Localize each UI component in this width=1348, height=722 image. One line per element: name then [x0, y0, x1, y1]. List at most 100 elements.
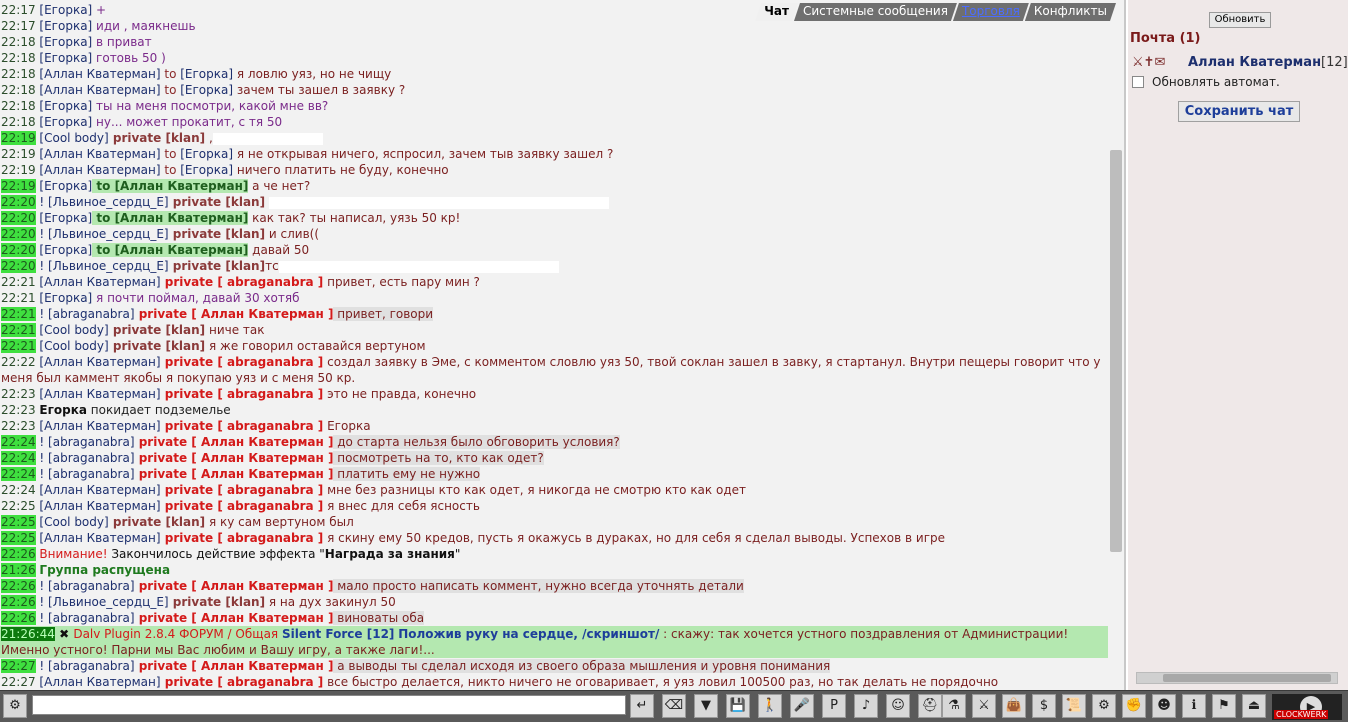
timestamp: 22:23	[1, 419, 36, 433]
to-nick[interactable]: [Егорка]	[180, 163, 233, 177]
timestamp: 22:17	[1, 19, 36, 33]
nick[interactable]: [Аллан Кватерман]	[39, 483, 160, 497]
to-label: to	[160, 163, 181, 177]
fist-icon[interactable]: ✊	[1122, 694, 1146, 718]
eraser-icon[interactable]: ⌫	[662, 694, 686, 718]
filter-icon[interactable]: ▼	[694, 694, 718, 718]
auto-refresh-row: Обновлять автомат.	[1132, 75, 1280, 89]
nick[interactable]: [Егорка]	[39, 211, 92, 225]
flask-icon[interactable]: ⚗	[942, 694, 966, 718]
mail-user[interactable]: Аллан Кватерман	[1188, 55, 1321, 70]
nick[interactable]: ! [abraganabra]	[39, 307, 134, 321]
save-icon[interactable]: 💾	[726, 694, 750, 718]
nick[interactable]: ! [abraganabra]	[39, 659, 134, 673]
nick[interactable]: ! [Львиное_сердц_Е]	[39, 595, 168, 609]
nick[interactable]: ! [Львиное_сердц_Е]	[39, 195, 168, 209]
chat-input[interactable]	[32, 695, 626, 715]
timestamp: 22:19	[1, 179, 36, 193]
nick[interactable]: [Аллан Кватерман]	[39, 499, 160, 513]
nick[interactable]: ! [abraganabra]	[39, 611, 134, 625]
sidebar-hscrollbar[interactable]	[1136, 672, 1338, 684]
message-text: давай 50	[248, 243, 310, 257]
nick[interactable]: [Егорка]	[39, 179, 92, 193]
nick[interactable]: [Егорка]	[39, 19, 92, 33]
nick[interactable]: [Аллан Кватерман]	[39, 355, 160, 369]
nick[interactable]: [Аллан Кватерман]	[39, 531, 160, 545]
tab-trade[interactable]: Торговля	[953, 3, 1029, 21]
chat-scrollbar[interactable]	[1110, 150, 1122, 552]
nick[interactable]: [Аллан Кватерман]	[39, 163, 160, 177]
nick[interactable]: [Аллан Кватерман]	[39, 147, 160, 161]
private-label: private [ Аллан Кватерман ]	[134, 611, 334, 625]
to-nick[interactable]: [Егорка]	[180, 147, 233, 161]
to-nick[interactable]: [Егорка]	[180, 83, 233, 97]
message-text: Егорка	[323, 419, 371, 433]
message-text: мне без разницы кто как одет, я никогда …	[323, 483, 746, 497]
tab-chat[interactable]: Чат	[755, 3, 798, 21]
to-nick[interactable]: to [Аллан Кватерман]	[92, 211, 249, 225]
to-nick[interactable]: to [Аллан Кватерман]	[92, 243, 249, 257]
nick[interactable]: [Cool body]	[39, 131, 108, 145]
nick[interactable]: [Егорка]	[39, 35, 92, 49]
message-text: я не открывая ничего, яспросил, зачем ты…	[233, 147, 614, 161]
nick[interactable]: [Егорка]	[39, 3, 92, 17]
to-nick[interactable]: to [Аллан Кватерман]	[92, 179, 249, 193]
chat-menu-icon[interactable]: ⚙	[3, 694, 27, 718]
nick[interactable]: [Егорка]	[39, 243, 92, 257]
nick[interactable]: [Егорка]	[39, 291, 92, 305]
to-nick[interactable]: [Егорка]	[180, 67, 233, 81]
message-text: привет, говори	[333, 307, 434, 321]
exit-icon[interactable]: ⏏	[1242, 694, 1266, 718]
helmet-icon[interactable]: ⛑	[918, 694, 942, 718]
nick[interactable]: [Аллан Кватерман]	[39, 83, 160, 97]
chat-line: 22:20 [Егорка] to [Аллан Кватерман] как …	[0, 210, 1108, 226]
enter-icon[interactable]: ↵	[630, 694, 654, 718]
nick[interactable]: Егорка	[39, 403, 87, 417]
nick[interactable]: ! [Львиное_сердц_Е]	[39, 259, 168, 273]
bag-icon[interactable]: 👜	[1002, 694, 1026, 718]
walk-icon[interactable]: 🚶	[758, 694, 782, 718]
nick[interactable]: ! [abraganabra]	[39, 435, 134, 449]
nick[interactable]: ! [abraganabra]	[39, 451, 134, 465]
nick[interactable]: [Cool body]	[39, 515, 108, 529]
timestamp: 22:23	[1, 403, 36, 417]
clock-widget[interactable]: ▶ CLOCKWERK	[1272, 694, 1342, 720]
private-label: private [klan]	[108, 323, 206, 337]
nick[interactable]: [Аллан Кватерман]	[39, 419, 160, 433]
tab-system[interactable]: Системные сообщения	[794, 3, 957, 21]
nick[interactable]: [Аллан Кватерман]	[39, 67, 160, 81]
save-chat-button[interactable]: Сохранить чат	[1178, 101, 1300, 122]
nick[interactable]: [Егорка]	[39, 115, 92, 129]
mic-icon[interactable]: 🎤	[790, 694, 814, 718]
nick[interactable]: [Cool body]	[39, 339, 108, 353]
scroll-icon[interactable]: 📜	[1062, 694, 1086, 718]
flag-icon[interactable]: ⚑	[1212, 694, 1236, 718]
nick[interactable]: [Егорка]	[39, 51, 92, 65]
nick[interactable]: [Егорка]	[39, 99, 92, 113]
friends-icon[interactable]: ☻	[1152, 694, 1176, 718]
timestamp: 22:22	[1, 355, 36, 369]
chat-line: 22:23 [Аллан Кватерман] private [ abraga…	[0, 386, 1108, 402]
nick[interactable]: ! [abraganabra]	[39, 467, 134, 481]
mail-entry[interactable]: ⚔✝✉ Аллан Кватерман [12]	[1132, 53, 1348, 71]
chat-line: 22:18 [Егорка] ну... может прокатит, с т…	[0, 114, 1108, 130]
cash-icon[interactable]: $	[1032, 694, 1056, 718]
tab-conflicts[interactable]: Конфликты	[1025, 3, 1116, 21]
nick[interactable]: [Аллан Кватерман]	[39, 675, 160, 689]
refresh-button[interactable]: Обновить	[1209, 12, 1271, 28]
private-label: private [ abraganabra ]	[160, 531, 324, 545]
sound-icon[interactable]: ♪	[854, 694, 878, 718]
nick[interactable]: ! [Львиное_сердц_Е]	[39, 227, 168, 241]
hscroll-thumb[interactable]	[1163, 674, 1331, 682]
private-icon[interactable]: P	[822, 694, 846, 718]
auto-refresh-checkbox[interactable]	[1132, 76, 1144, 88]
message-text: мало просто написать коммент, нужно всег…	[333, 579, 744, 593]
nick[interactable]: [Аллан Кватерман]	[39, 387, 160, 401]
nick[interactable]: ! [abraganabra]	[39, 579, 134, 593]
nick[interactable]: [Cool body]	[39, 323, 108, 337]
gear-icon[interactable]: ⚙	[1092, 694, 1116, 718]
smile-icon[interactable]: ☺	[886, 694, 910, 718]
info-icon[interactable]: ℹ	[1182, 694, 1206, 718]
nick[interactable]: [Аллан Кватерман]	[39, 275, 160, 289]
fight-icon[interactable]: ⚔	[972, 694, 996, 718]
